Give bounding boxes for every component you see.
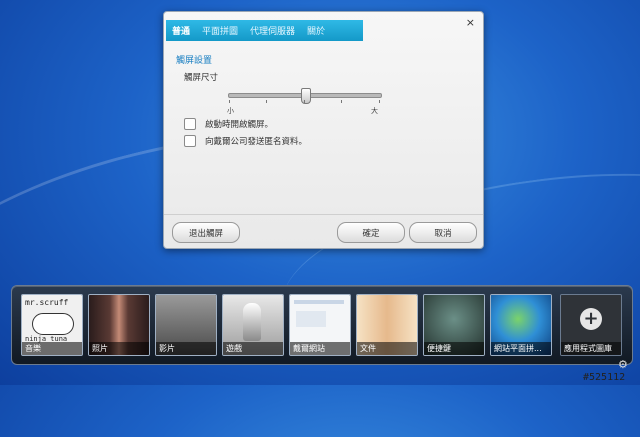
slider-thumb[interactable] [301, 88, 311, 104]
gear-icon[interactable]: ⚙ [618, 358, 628, 371]
divider [164, 214, 483, 215]
slider-tick [229, 100, 230, 103]
slider-tick [304, 100, 305, 103]
touch-size-slider[interactable] [228, 88, 382, 104]
anonymous-data-checkbox-row: 向戴爾公司發送匿名資料。 [184, 135, 307, 147]
anonymous-data-checkbox-label: 向戴爾公司發送匿名資料。 [205, 137, 308, 147]
tile-label: 照片 [89, 342, 149, 355]
tile-games[interactable]: 遊戲 [222, 294, 284, 356]
startup-checkbox-row: 啟動時開啟觸屏。 [184, 118, 273, 130]
tile-photos[interactable]: 照片 [88, 294, 150, 356]
website-header-bar [294, 300, 344, 304]
tab-general[interactable]: 普通 [166, 24, 196, 37]
slider-tick [341, 100, 342, 103]
anonymous-data-checkbox[interactable] [184, 135, 196, 147]
startup-checkbox-label: 啟動時開啟觸屏。 [205, 120, 274, 130]
tile-label: 文件 [357, 342, 417, 355]
album-cloud-shape [32, 313, 74, 335]
tab-flat-puzzle[interactable]: 平面拼圖 [196, 24, 244, 37]
tile-videos[interactable]: 影片 [155, 294, 217, 356]
slider-tick [379, 100, 380, 103]
tile-app-gallery[interactable]: + 應用程式圖庫 [560, 294, 622, 356]
tile-label: 應用程式圖庫 [561, 342, 621, 355]
tab-bar: 普通 平面拼圖 代理伺服器 關於 [166, 20, 363, 41]
startup-checkbox[interactable] [184, 118, 196, 130]
tile-label: 遊戲 [223, 342, 283, 355]
cancel-button[interactable]: 取消 [409, 222, 477, 243]
close-icon[interactable]: × [466, 16, 475, 29]
plus-icon: + [580, 308, 602, 330]
app-tray: mr.scruff ninja tuna 音樂 照片 影片 遊戲 戴爾網站 文件… [11, 285, 633, 365]
section-title: 觸屏設置 [176, 56, 213, 66]
chess-piece-icon [243, 303, 261, 341]
tile-dell-website[interactable]: 戴爾網站 [289, 294, 351, 356]
website-content-block [296, 311, 326, 327]
tile-documents[interactable]: 文件 [356, 294, 418, 356]
settings-dialog: 普通 平面拼圖 代理伺服器 關於 × 觸屏設置 觸屏尺寸 小 大 啟動時開啟觸屏… [163, 11, 484, 249]
tile-label: 戴爾網站 [290, 342, 350, 355]
tab-about[interactable]: 關於 [301, 24, 331, 37]
tile-music[interactable]: mr.scruff ninja tuna 音樂 [21, 294, 83, 356]
album-title-text: mr.scruff [25, 298, 69, 307]
tab-proxy[interactable]: 代理伺服器 [244, 24, 301, 37]
tile-label: 影片 [156, 342, 216, 355]
tile-label: 音樂 [22, 342, 82, 355]
watermark-text: #525112 [583, 372, 626, 383]
tile-shortcuts[interactable]: 便捷鍵 [423, 294, 485, 356]
tile-label: 網站平面拼... [491, 342, 551, 355]
slider-min-label: 小 [227, 107, 234, 115]
exit-touch-button[interactable]: 退出觸屏 [172, 222, 240, 243]
slider-max-label: 大 [371, 107, 378, 115]
slider-tick [266, 100, 267, 103]
tile-web-tiles[interactable]: 網站平面拼... [490, 294, 552, 356]
slider-label: 觸屏尺寸 [184, 73, 219, 83]
tile-label: 便捷鍵 [424, 342, 484, 355]
ok-button[interactable]: 確定 [337, 222, 405, 243]
